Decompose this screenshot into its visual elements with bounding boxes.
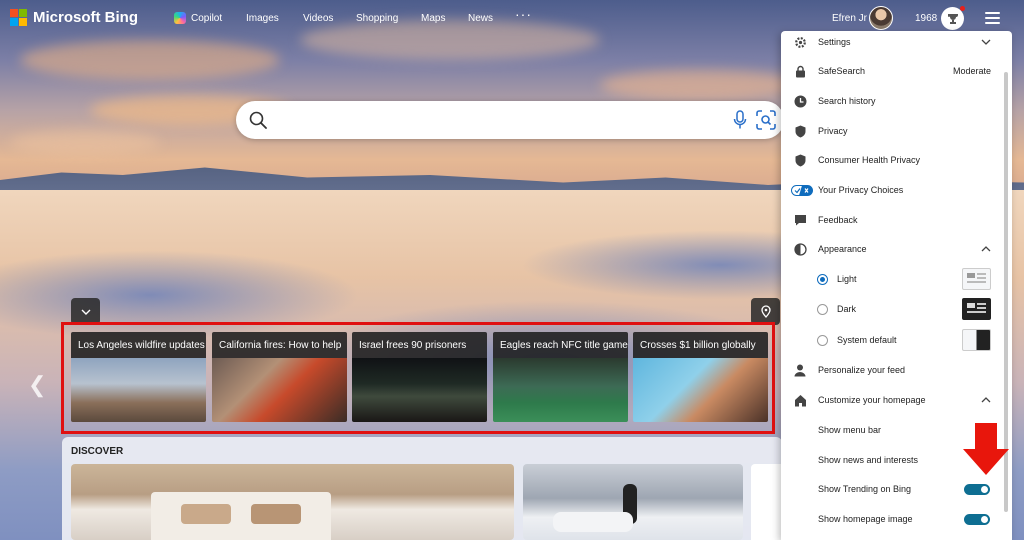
dark-theme-thumbnail: [962, 298, 991, 320]
home-icon: [793, 393, 807, 407]
search-icon: [249, 111, 267, 129]
light-label: Light: [837, 274, 857, 284]
visual-search-icon[interactable]: [756, 110, 776, 130]
settings-header[interactable]: Settings: [781, 31, 1012, 57]
personalize-feed-label: Personalize your feed: [818, 365, 906, 375]
more-options-icon[interactable]: ···: [515, 6, 532, 22]
light-radio[interactable]: [817, 273, 828, 285]
chevron-down-icon: [981, 39, 991, 45]
shield-icon: [793, 153, 807, 167]
chevron-up-icon: [981, 246, 991, 252]
nav-copilot[interactable]: Copilot: [174, 12, 222, 24]
appearance-system-default-option[interactable]: System default: [781, 325, 1012, 355]
search-input[interactable]: [236, 101, 784, 139]
appearance-item[interactable]: Appearance: [781, 234, 1012, 264]
safesearch-label: SafeSearch: [818, 66, 866, 76]
system-default-label: System default: [837, 335, 897, 345]
appearance-label: Appearance: [818, 244, 867, 254]
nav-shopping[interactable]: Shopping: [356, 13, 398, 24]
history-icon: [793, 94, 807, 108]
discover-title: DISCOVER: [71, 446, 124, 457]
safesearch-value: Moderate: [952, 66, 991, 76]
appearance-light-option[interactable]: Light: [781, 264, 1012, 294]
discover-card-image[interactable]: [523, 464, 743, 540]
safesearch-item[interactable]: SafeSearch Moderate: [781, 56, 1012, 86]
nav-maps[interactable]: Maps: [421, 13, 445, 24]
feedback-item[interactable]: Feedback: [781, 205, 1012, 235]
show-homepage-image-toggle[interactable]: [964, 513, 990, 525]
location-button[interactable]: [751, 298, 780, 325]
show-homepage-image-item[interactable]: Show homepage image: [781, 504, 1012, 534]
customize-homepage-label: Customize your homepage: [818, 395, 926, 405]
nav-videos[interactable]: Videos: [303, 13, 333, 24]
show-news-label: Show news and interests: [818, 455, 919, 465]
privacy-choices-icon: [791, 183, 813, 197]
copilot-icon: [174, 12, 186, 24]
red-arrow-annotation-icon: [963, 423, 1009, 475]
hamburger-menu-icon[interactable]: [985, 12, 1000, 24]
trending-highlight-box: [61, 322, 775, 434]
user-name[interactable]: Efren Jr: [832, 13, 867, 24]
customize-homepage-item[interactable]: Customize your homepage: [781, 385, 1012, 415]
feedback-label: Feedback: [818, 215, 858, 225]
settings-label: Settings: [818, 37, 851, 47]
bing-logo[interactable]: Microsoft Bing: [10, 9, 138, 26]
brand-name: Microsoft Bing: [33, 9, 138, 26]
lock-icon: [793, 64, 807, 78]
show-menu-bar-label: Show menu bar: [818, 425, 882, 435]
gear-icon: [793, 35, 807, 49]
system-theme-thumbnail: [962, 329, 991, 351]
rewards-points[interactable]: 1968: [915, 13, 937, 24]
previous-arrow-icon[interactable]: ❮: [28, 372, 46, 398]
chevron-up-icon: [981, 397, 991, 403]
dark-label: Dark: [837, 304, 857, 314]
notification-dot: [960, 6, 965, 11]
collapse-trending-button[interactable]: [71, 298, 100, 325]
system-default-radio[interactable]: [817, 334, 828, 346]
light-theme-thumbnail: [962, 268, 991, 290]
privacy-choices-item[interactable]: Your Privacy Choices: [781, 175, 1012, 205]
consumer-health-privacy-label: Consumer Health Privacy: [818, 155, 921, 165]
shield-icon: [793, 124, 807, 138]
show-trending-label: Show Trending on Bing: [818, 484, 912, 494]
appearance-dark-option[interactable]: Dark: [781, 294, 1012, 324]
feedback-icon: [793, 213, 807, 227]
search-history-item[interactable]: Search history: [781, 86, 1012, 116]
privacy-item[interactable]: Privacy: [781, 116, 1012, 146]
discover-card-image[interactable]: [71, 464, 514, 540]
personalize-feed-item[interactable]: Personalize your feed: [781, 355, 1012, 385]
nav-copilot-label: Copilot: [191, 12, 223, 24]
nav-images[interactable]: Images: [246, 13, 279, 24]
location-pin-icon: [760, 305, 771, 318]
nav-news[interactable]: News: [468, 13, 493, 24]
microphone-icon[interactable]: [733, 110, 747, 130]
show-trending-toggle[interactable]: [964, 483, 990, 495]
discover-section: DISCOVER: [62, 437, 791, 540]
privacy-label: Privacy: [818, 126, 848, 136]
consumer-health-privacy-item[interactable]: Consumer Health Privacy: [781, 145, 1012, 175]
appearance-icon: [793, 242, 807, 256]
chevron-down-icon: [81, 309, 90, 315]
dark-radio[interactable]: [817, 303, 828, 315]
show-homepage-image-label: Show homepage image: [818, 514, 913, 524]
microsoft-logo-icon: [10, 9, 27, 26]
privacy-choices-label: Your Privacy Choices: [818, 185, 904, 195]
person-icon: [793, 363, 807, 377]
avatar[interactable]: [869, 6, 893, 30]
search-history-label: Search history: [818, 96, 876, 106]
show-trending-item[interactable]: Show Trending on Bing: [781, 474, 1012, 504]
